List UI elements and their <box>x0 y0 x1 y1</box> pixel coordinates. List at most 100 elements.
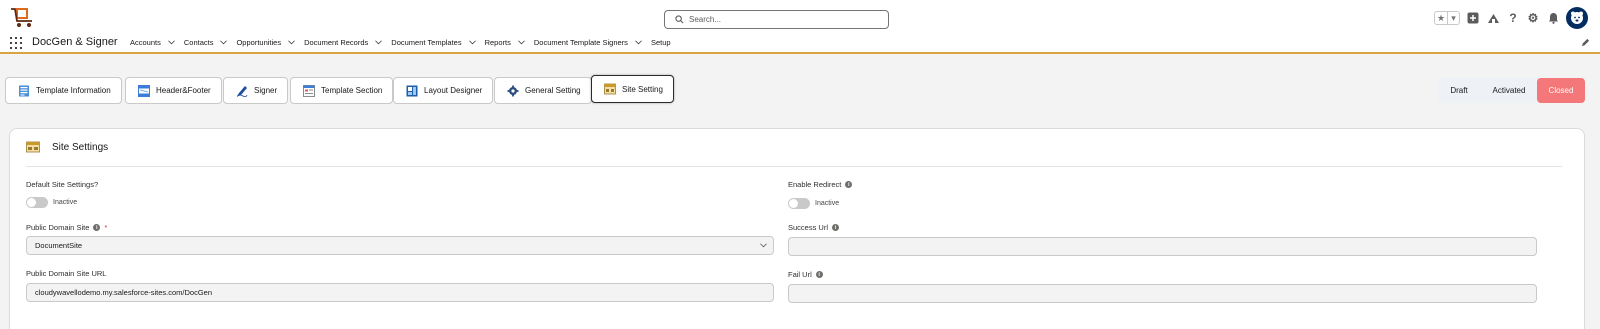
tab-label: General Setting <box>525 86 581 95</box>
public-domain-site-url-field[interactable]: cloudywavellodemo.my.salesforce-sites.co… <box>26 283 774 302</box>
enable-redirect-toggle-state: Inactive <box>815 200 840 207</box>
nav-item-label: Document Records <box>304 38 369 47</box>
template-information-icon <box>19 85 29 96</box>
chevron-down-icon[interactable] <box>220 40 228 45</box>
status-activated[interactable]: Activated <box>1481 78 1537 103</box>
nav-item-label: Accounts <box>130 38 161 47</box>
site-setting-icon <box>604 83 616 95</box>
nav-item-reports[interactable]: Reports <box>485 38 525 47</box>
chevron-down-icon <box>760 243 767 248</box>
default-site-toggle-wrap: Inactive <box>26 197 77 208</box>
nav-item-label: Reports <box>484 38 511 47</box>
star-icon[interactable]: ★ <box>1435 12 1447 24</box>
layout-designer-icon <box>406 85 418 96</box>
success-url-label: Success Url i <box>788 223 840 232</box>
public-domain-site-select[interactable]: DocumentSite <box>26 236 774 255</box>
info-icon[interactable]: i <box>832 224 840 231</box>
info-icon[interactable]: i <box>845 181 853 188</box>
help-icon[interactable]: ? <box>1506 11 1520 25</box>
tab-general-setting[interactable]: General Setting <box>494 77 592 104</box>
trailhead-icon[interactable] <box>1486 11 1500 25</box>
public-domain-site-label-text: Public Domain Site <box>26 223 90 232</box>
tab-label: Template Information <box>36 86 111 95</box>
public-domain-site-label: Public Domain Site i * <box>26 223 107 232</box>
required-asterisk: * <box>104 223 108 232</box>
fail-url-field[interactable] <box>788 284 1537 303</box>
public-domain-site-url-label: Public Domain Site URL <box>26 269 106 278</box>
default-site-toggle[interactable] <box>26 197 48 208</box>
template-section-icon <box>303 84 315 97</box>
global-search-input[interactable]: Search... <box>664 10 889 29</box>
site-setting-icon <box>26 141 40 153</box>
public-domain-site-url-value: cloudywavellodemo.my.salesforce-sites.co… <box>35 288 213 297</box>
fail-url-label-text: Fail Url <box>788 270 812 279</box>
success-url-field[interactable] <box>788 237 1537 256</box>
tab-site-setting[interactable]: Site Setting <box>591 75 674 103</box>
status-closed[interactable]: Closed <box>1537 78 1585 103</box>
card-header: Site Settings <box>26 141 108 153</box>
nav-item-label: Setup <box>650 38 671 47</box>
user-avatar[interactable] <box>1566 7 1588 29</box>
site-settings-card: Site Settings Default Site Settings? Ina… <box>9 128 1585 329</box>
nav-item-label: Document Templates <box>391 38 462 47</box>
nav-item-document-template-signers[interactable]: Document Template Signers <box>534 38 642 47</box>
notifications-bell-icon[interactable] <box>1546 11 1560 25</box>
signer-icon <box>236 85 248 97</box>
header-footer-icon <box>138 84 150 97</box>
enable-redirect-toggle-wrap: Inactive <box>788 198 839 209</box>
chevron-down-icon[interactable] <box>468 40 476 45</box>
favorites-group: ★ ▾ <box>1434 11 1460 25</box>
tab-signer[interactable]: Signer <box>223 77 289 104</box>
search-placeholder: Search... <box>689 15 722 24</box>
status-draft[interactable]: Draft <box>1437 78 1481 103</box>
search-icon <box>675 15 684 24</box>
nav-item-setup[interactable]: Setup <box>651 38 671 47</box>
tab-label: Header&Footer <box>156 86 211 95</box>
header-utility-icons: ★ ▾ ? ⚙ <box>1434 7 1588 29</box>
tab-label: Signer <box>254 86 278 95</box>
chevron-down-icon[interactable] <box>635 40 642 45</box>
enable-redirect-label: Enable Redirect i <box>788 180 853 189</box>
tab-header-footer[interactable]: Header&Footer <box>125 77 222 104</box>
info-icon[interactable]: i <box>93 224 101 231</box>
default-site-label-text: Default Site Settings? <box>26 180 99 189</box>
app-launcher-icon[interactable] <box>10 37 22 49</box>
enable-redirect-label-text: Enable Redirect <box>788 180 842 189</box>
nav-item-label: Document Template Signers <box>533 38 628 47</box>
gear-icon <box>507 85 519 96</box>
nav-item-opportunities[interactable]: Opportunities <box>236 38 295 47</box>
nav-item-label: Opportunities <box>236 38 282 47</box>
chevron-down-icon[interactable] <box>167 40 175 45</box>
public-domain-site-url-label-text: Public Domain Site URL <box>26 269 107 278</box>
nav-item-label: Contacts <box>183 38 214 47</box>
app-name: DocGen & Signer <box>32 36 118 48</box>
tab-template-section[interactable]: Template Section <box>290 77 394 104</box>
cart-logo-icon[interactable] <box>10 6 36 30</box>
public-domain-site-value: DocumentSite <box>35 241 83 250</box>
edit-nav-pencil-icon[interactable] <box>1581 38 1590 47</box>
favorites-dropdown-icon[interactable]: ▾ <box>1447 12 1459 24</box>
enable-redirect-toggle[interactable] <box>788 198 810 209</box>
app-nav-bar: DocGen & Signer Accounts Contacts Opport… <box>0 34 1600 54</box>
default-site-label: Default Site Settings? <box>26 180 98 189</box>
nav-items: Accounts Contacts Opportunities Document… <box>130 38 680 47</box>
nav-item-document-templates[interactable]: Document Templates <box>391 38 476 47</box>
setup-gear-icon[interactable]: ⚙ <box>1526 11 1540 25</box>
info-icon[interactable]: i <box>815 271 823 278</box>
tab-layout-designer[interactable]: Layout Designer <box>393 77 494 104</box>
global-actions-icon[interactable] <box>1466 11 1480 25</box>
nav-item-contacts[interactable]: Contacts <box>184 38 228 47</box>
nav-item-accounts[interactable]: Accounts <box>130 38 175 47</box>
success-url-label-text: Success Url <box>788 223 829 232</box>
card-divider <box>26 166 1562 167</box>
tab-label: Template Section <box>321 86 383 95</box>
chevron-down-icon[interactable] <box>288 40 295 45</box>
nav-item-document-records[interactable]: Document Records <box>304 38 383 47</box>
global-header: Search... ★ ▾ ? ⚙ <box>0 0 1600 34</box>
default-site-toggle-state: Inactive <box>53 199 78 206</box>
card-title: Site Settings <box>52 141 109 153</box>
chevron-down-icon[interactable] <box>375 40 383 45</box>
chevron-down-icon[interactable] <box>517 40 525 45</box>
tab-label: Site Setting <box>622 84 663 94</box>
tab-template-information[interactable]: Template Information <box>5 77 122 104</box>
